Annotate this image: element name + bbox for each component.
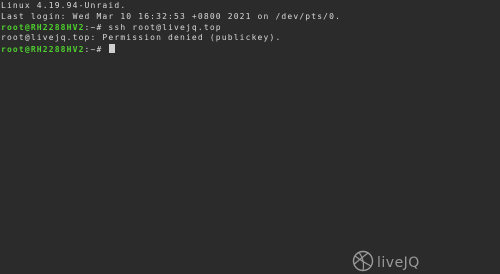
terminal-window[interactable]: Linux 4.19.94-Unraid. Last login: Wed Ma… [0,0,500,274]
command-text: ssh root@livejq.top [108,22,222,32]
terminal-line-last-login: Last login: Wed Mar 10 16:32:53 +0800 20… [1,11,342,21]
basketball-icon [352,250,374,274]
prompt-user-host: root@RH2288HV2 [1,45,85,55]
terminal-line-current-prompt[interactable]: root@RH2288HV2:~# [1,44,499,55]
text-cursor [109,44,116,54]
watermark-text: liveJQ [377,254,420,271]
terminal-line-permission-denied: root@livejq.top: Permission denied (publ… [1,33,282,43]
watermark: liveJQ [352,250,420,274]
terminal-line-kernel: Linux 4.19.94-Unraid. [1,1,127,10]
prompt-user-host: root@RH2288HV2 [1,22,85,32]
terminal-line-ssh-command: root@RH2288HV2:~# ssh root@livejq.top [1,23,499,34]
prompt-path: :~# [84,22,109,32]
prompt-path: :~# [84,45,109,55]
